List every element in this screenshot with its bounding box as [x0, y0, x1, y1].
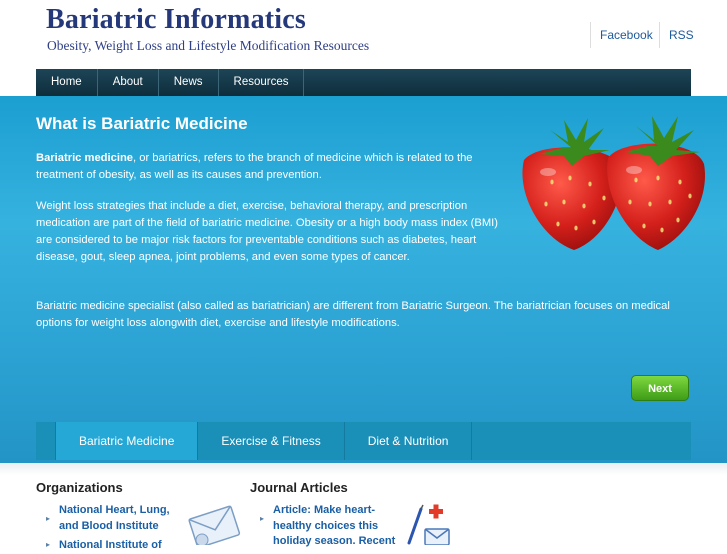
envelope-icon	[188, 505, 241, 545]
nav-about[interactable]: About	[98, 69, 159, 96]
facebook-link[interactable]: Facebook	[590, 22, 653, 48]
articles-heading: Journal Articles	[250, 480, 348, 495]
nav-home[interactable]: Home	[36, 69, 98, 96]
next-button[interactable]: Next	[631, 375, 689, 401]
main-nav: Home About News Resources	[36, 69, 691, 96]
bullet-arrow-icon: ▸	[260, 514, 265, 523]
article-link[interactable]: Article: Make heart-healthy choices this…	[273, 503, 397, 550]
topic-tabs: Bariatric Medicine Exercise & Fitness Di…	[36, 422, 691, 460]
nav-resources[interactable]: Resources	[219, 69, 305, 96]
site-tagline: Obesity, Weight Loss and Lifestyle Modif…	[47, 38, 370, 53]
site-header: Bariatric Informatics Obesity, Weight Lo…	[0, 0, 727, 69]
nav-news[interactable]: News	[159, 69, 219, 96]
banner-shadow	[0, 463, 727, 475]
tab-exercise-fitness[interactable]: Exercise & Fitness	[198, 422, 345, 460]
org-link-nhlbi[interactable]: National Heart, Lung, and Blood Institut…	[59, 503, 179, 534]
tab-spacer	[36, 422, 56, 460]
rss-link[interactable]: RSS	[659, 22, 694, 48]
org-link-ni[interactable]: National Institute of	[59, 538, 179, 554]
hero-paragraph-2: Weight loss strategies that include a di…	[36, 200, 499, 263]
site-title[interactable]: Bariatric Informatics	[46, 4, 306, 36]
hero-banner: What is Bariatric Medicine Bariatric med…	[0, 96, 727, 463]
strawberries-image	[522, 116, 705, 250]
hero-title: What is Bariatric Medicine	[36, 114, 248, 133]
tab-bariatric-medicine[interactable]: Bariatric Medicine	[56, 422, 199, 460]
tab-diet-nutrition[interactable]: Diet & Nutrition	[345, 422, 473, 460]
hero-term: Bariatric medicine	[36, 152, 134, 164]
medical-icon	[407, 504, 450, 545]
hero-paragraph-1: Bariatric medicine, or bariatrics, refer…	[36, 150, 511, 184]
organizations-heading: Organizations	[36, 480, 123, 495]
bullet-arrow-icon: ▸	[46, 514, 51, 523]
hero-paragraph-3: Bariatric medicine specialist (also call…	[36, 300, 670, 329]
